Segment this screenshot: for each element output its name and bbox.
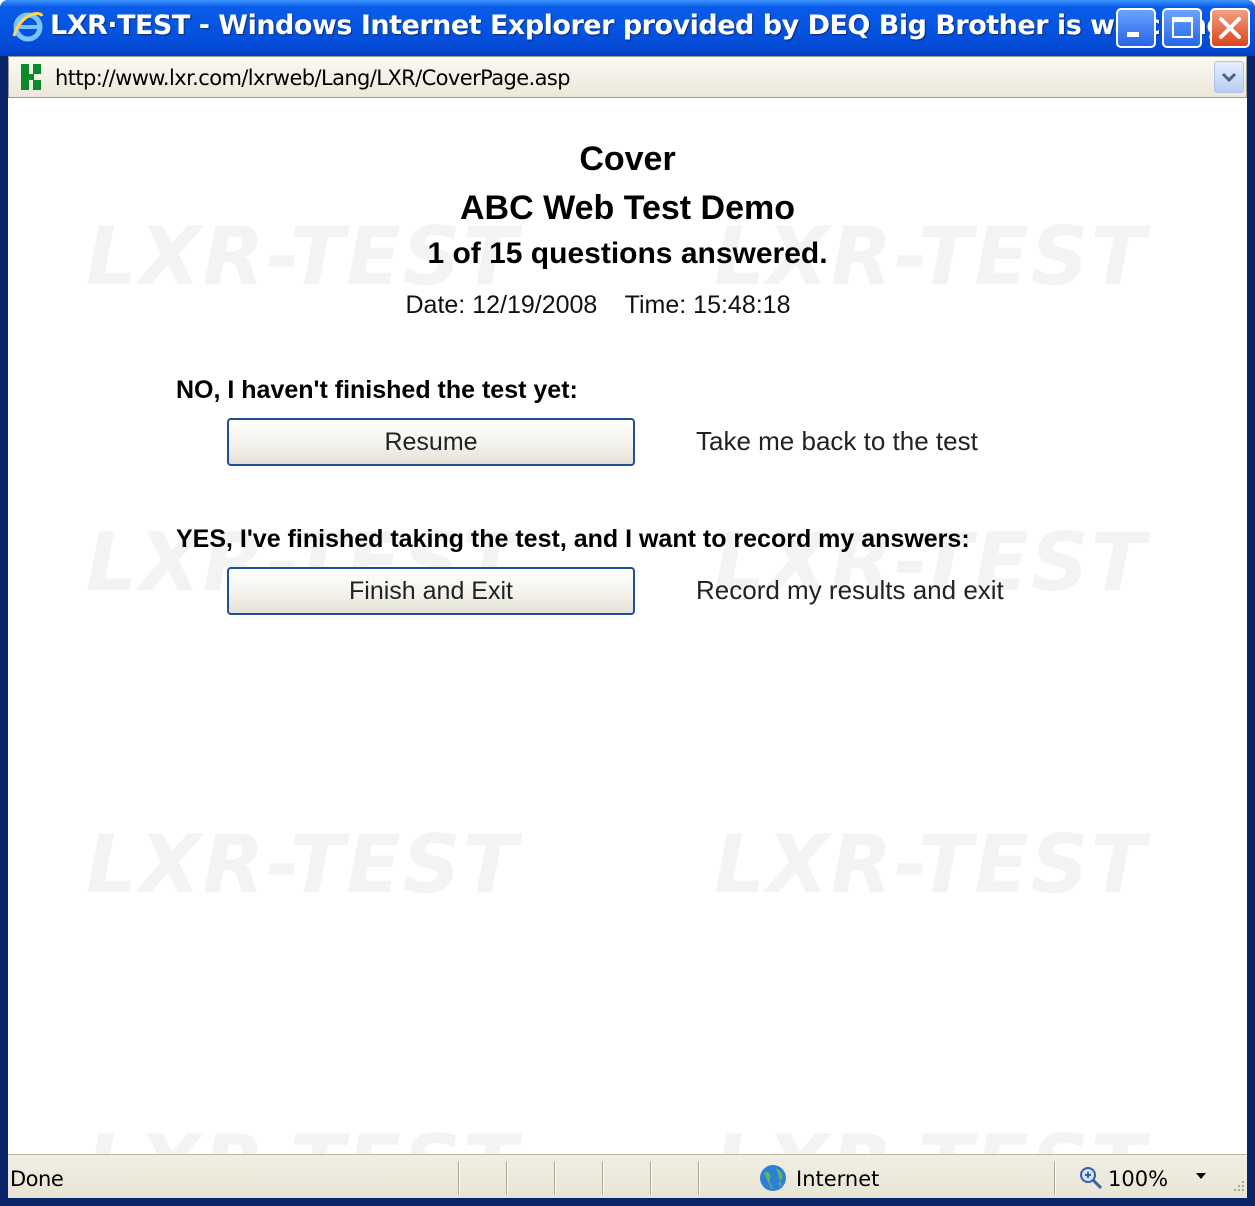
resume-button[interactable]: Resume [227,418,635,466]
page-content: LXR-TEST LXR-TEST LXR-TEST LXR-TEST LXR-… [8,98,1247,1154]
watermark-text: LXR-TEST [714,818,1148,911]
address-bar[interactable]: http://www.lxr.com/lxrweb/Lang/LXR/Cover… [8,56,1247,98]
status-divider [602,1161,604,1195]
status-bar: Done Internet 100% [8,1154,1247,1198]
window-title: LXR·TEST - Windows Internet Explorer pro… [50,10,1226,41]
site-favicon [19,62,45,92]
status-divider [554,1161,556,1195]
close-icon [1219,17,1241,39]
chevron-down-icon[interactable] [1194,1169,1208,1183]
maximize-icon [1172,17,1193,38]
globe-icon[interactable] [758,1163,788,1193]
watermark-text: LXR-TEST [86,818,520,911]
title-bar[interactable]: LXR·TEST - Windows Internet Explorer pro… [0,0,1255,56]
page-title: Cover [579,140,676,178]
resize-grip-icon[interactable] [1230,1177,1246,1193]
minimize-icon [1127,32,1139,37]
ie-icon [10,8,46,44]
security-zone-label: Internet [796,1167,880,1191]
resume-description: Take me back to the test [696,426,978,456]
date-time-text: Date: 12/19/2008 Time: 15:48:18 [405,291,791,319]
status-divider [650,1161,652,1195]
status-text: Done [10,1167,64,1191]
watermark-text: LXR-TEST [86,1118,519,1154]
url-text[interactable]: http://www.lxr.com/lxrweb/Lang/LXR/Cover… [55,66,571,90]
minimize-button[interactable] [1116,8,1156,48]
progress-text: 1 of 15 questions answered. [427,237,828,270]
finish-prompt: YES, I've finished taking the test, and … [176,525,970,553]
test-name: ABC Web Test Demo [459,189,795,227]
browser-window: LXR·TEST - Windows Internet Explorer pro… [0,0,1255,1206]
maximize-button[interactable] [1162,8,1202,48]
zoom-icon[interactable] [1078,1165,1104,1191]
status-divider [1054,1161,1056,1195]
finish-description: Record my results and exit [696,575,1004,605]
status-divider [458,1161,460,1195]
chevron-down-icon [1221,72,1237,83]
resume-prompt: NO, I haven't finished the test yet: [176,376,578,404]
zoom-level[interactable]: 100% [1108,1167,1168,1191]
close-button[interactable] [1210,8,1250,48]
finish-and-exit-button[interactable]: Finish and Exit [227,567,635,615]
status-divider [698,1161,700,1195]
address-dropdown-button[interactable] [1214,61,1244,93]
status-divider [506,1161,508,1195]
watermark-text: LXR-TEST [714,1118,1147,1154]
